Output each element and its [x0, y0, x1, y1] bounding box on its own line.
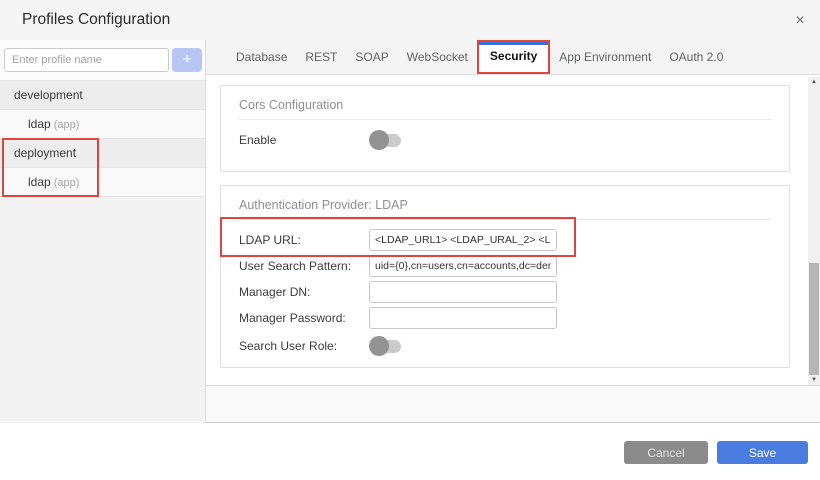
profile-input-row: + — [0, 40, 205, 81]
sidebar-item-label: ldap — [28, 117, 51, 131]
search-user-role-toggle[interactable] — [369, 336, 403, 356]
manager-password-row: Manager Password: — [239, 307, 771, 329]
divider — [239, 119, 771, 120]
scroll-down-icon[interactable]: ▼ — [808, 375, 820, 385]
cors-configuration-card: Cors Configuration Enable — [220, 85, 790, 172]
manager-dn-input[interactable] — [369, 281, 557, 303]
settings-pane: Database REST SOAP WebSocket Security Ap… — [206, 40, 820, 423]
user-search-pattern-input[interactable] — [369, 255, 557, 277]
sidebar-item-deployment[interactable]: deployment — [0, 139, 205, 168]
cors-enable-toggle[interactable] — [369, 130, 403, 150]
selected-tab-indicator — [479, 42, 548, 45]
sidebar-item-development[interactable]: development — [0, 81, 205, 110]
field-label: User Search Pattern: — [239, 259, 369, 273]
content-footer-strip — [206, 385, 820, 423]
tab-security[interactable]: Security — [477, 40, 550, 74]
toggle-knob — [369, 130, 389, 150]
add-profile-button[interactable]: + — [172, 48, 202, 72]
tab-bar: Database REST SOAP WebSocket Security Ap… — [206, 40, 820, 75]
search-user-role-row: Search User Role: — [239, 335, 771, 357]
manager-password-input[interactable] — [369, 307, 557, 329]
sidebar-item-label: ldap — [28, 175, 51, 189]
sidebar-item-suffix: (app) — [54, 119, 80, 131]
close-icon[interactable]: × — [788, 9, 812, 33]
footer-buttons: Cancel Save — [624, 441, 808, 464]
dialog-title: Profiles Configuration — [22, 11, 170, 29]
sidebar-item-label: deployment — [14, 146, 76, 160]
field-label: Search User Role: — [239, 339, 369, 353]
ldap-url-input[interactable] — [369, 229, 557, 251]
vertical-scrollbar[interactable]: ▲ ▼ — [808, 77, 820, 385]
dialog-footer: Cancel Save — [0, 423, 820, 480]
user-search-pattern-row: User Search Pattern: — [239, 255, 771, 277]
sidebar-item-ldap-development[interactable]: ldap(app) — [0, 110, 205, 139]
tab-label: Security — [490, 49, 537, 63]
scroll-up-icon[interactable]: ▲ — [808, 77, 820, 87]
section-title: Cors Configuration — [239, 98, 771, 112]
profile-name-input[interactable] — [4, 48, 169, 72]
enable-row: Enable — [239, 129, 771, 151]
tab-database[interactable]: Database — [227, 41, 296, 74]
save-button[interactable]: Save — [717, 441, 808, 464]
profiles-sidebar: + development ldap(app) deployment ldap(… — [0, 40, 206, 423]
ldap-url-row: LDAP URL: — [239, 229, 771, 251]
manager-dn-row: Manager DN: — [239, 281, 771, 303]
sidebar-item-label: development — [14, 88, 83, 102]
toggle-knob — [369, 336, 389, 356]
field-label: Manager Password: — [239, 311, 369, 325]
tab-rest[interactable]: REST — [296, 41, 346, 74]
tab-websocket[interactable]: WebSocket — [398, 41, 477, 74]
cancel-button[interactable]: Cancel — [624, 441, 708, 464]
security-tab-content: Cors Configuration Enable Authentication… — [206, 75, 820, 385]
profiles-configuration-dialog: Profiles Configuration × + development l… — [0, 0, 820, 480]
section-title: Authentication Provider: LDAP — [239, 198, 771, 212]
sidebar-item-suffix: (app) — [54, 177, 80, 189]
sidebar-item-ldap-deployment[interactable]: ldap(app) — [0, 168, 205, 197]
scrollbar-thumb[interactable] — [809, 263, 819, 375]
field-label: Manager DN: — [239, 285, 369, 299]
tab-app-environment[interactable]: App Environment — [550, 41, 660, 74]
tab-oauth[interactable]: OAuth 2.0 — [660, 41, 732, 74]
tab-soap[interactable]: SOAP — [346, 41, 397, 74]
field-label: Enable — [239, 133, 369, 147]
divider — [239, 219, 771, 220]
authentication-provider-ldap-card: Authentication Provider: LDAP LDAP URL: … — [220, 185, 790, 368]
dialog-header: Profiles Configuration × — [0, 0, 820, 40]
field-label: LDAP URL: — [239, 233, 369, 247]
